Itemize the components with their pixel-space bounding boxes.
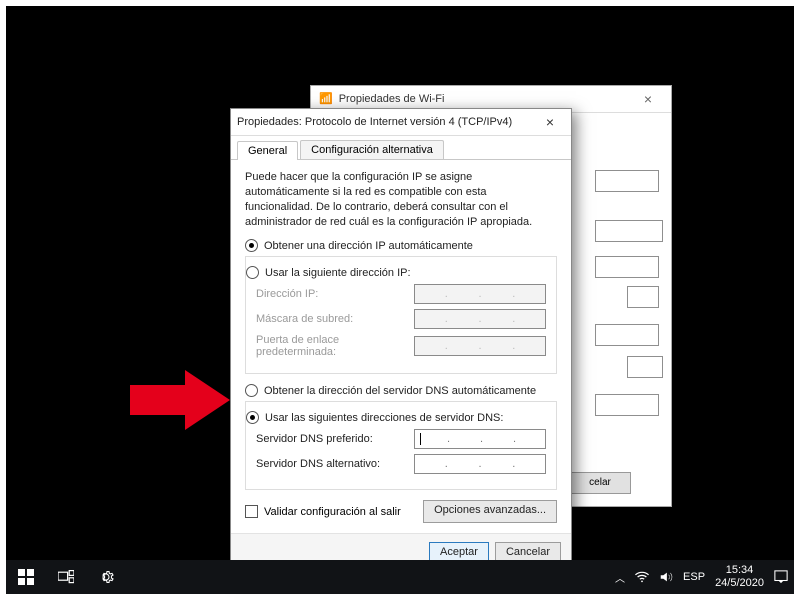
validate-label: Validar configuración al salir	[264, 506, 401, 518]
wifi-cancel-button[interactable]: celar	[569, 472, 631, 494]
tray-chevron-up-icon[interactable]: ︿	[615, 570, 625, 585]
windows-icon	[18, 569, 34, 585]
advanced-button[interactable]: Opciones avanzadas...	[423, 500, 557, 523]
radio-icon	[246, 411, 259, 424]
radio-icon	[245, 239, 258, 252]
radio-icon	[245, 384, 258, 397]
dns-alternate-input[interactable]: ...	[414, 454, 546, 474]
ipv4-properties-dialog: Propiedades: Protocolo de Internet versi…	[230, 108, 572, 576]
clock-date: 24/5/2020	[715, 577, 764, 590]
notifications-icon[interactable]	[774, 570, 788, 584]
taskbar: ︿ ESP 15:34 24/5/2020	[6, 560, 794, 594]
text-caret	[420, 433, 421, 445]
close-icon[interactable]: ×	[633, 86, 663, 112]
tab-general[interactable]: General	[237, 141, 298, 160]
radio-label: Obtener una dirección IP automáticamente	[264, 240, 473, 252]
ip-address-input: ...	[414, 284, 546, 304]
tab-strip: General Configuración alternativa	[231, 136, 571, 160]
wifi-icon[interactable]	[635, 570, 649, 584]
taskbar-clock[interactable]: 15:34 24/5/2020	[715, 564, 764, 589]
radio-dns-auto[interactable]: Obtener la dirección del servidor DNS au…	[245, 384, 557, 397]
gateway-label: Puerta de enlace predeterminada:	[256, 334, 414, 358]
language-indicator[interactable]: ESP	[683, 571, 705, 583]
dialog-title: Propiedades: Protocolo de Internet versi…	[237, 116, 512, 128]
ip-fieldset: Usar la siguiente dirección IP: Direcció…	[245, 256, 557, 374]
validate-checkbox[interactable]	[245, 505, 258, 518]
settings-taskbar-button[interactable]	[86, 560, 126, 594]
dialog-titlebar: Propiedades: Protocolo de Internet versi…	[231, 109, 571, 136]
radio-label: Obtener la dirección del servidor DNS au…	[264, 385, 536, 397]
dns-alternate-label: Servidor DNS alternativo:	[256, 458, 414, 470]
radio-ip-auto[interactable]: Obtener una dirección IP automáticamente	[245, 239, 557, 252]
dns-preferred-label: Servidor DNS preferido:	[256, 433, 414, 445]
clock-time: 15:34	[715, 564, 764, 577]
subnet-mask-label: Máscara de subred:	[256, 313, 414, 325]
radio-label: Usar la siguiente dirección IP:	[265, 267, 411, 279]
radio-label: Usar las siguientes direcciones de servi…	[265, 412, 503, 424]
volume-icon[interactable]	[659, 570, 673, 584]
dns-preferred-input[interactable]: ...	[414, 429, 546, 449]
intro-text: Puede hacer que la configuración IP se a…	[245, 170, 557, 229]
dns-fieldset: Usar las siguientes direcciones de servi…	[245, 401, 557, 490]
tab-alt-config[interactable]: Configuración alternativa	[300, 140, 444, 159]
radio-dns-manual[interactable]: Usar las siguientes direcciones de servi…	[246, 411, 546, 424]
radio-ip-manual[interactable]: Usar la siguiente dirección IP:	[246, 266, 546, 279]
gateway-input: ...	[414, 336, 546, 356]
close-icon[interactable]: ×	[535, 114, 565, 130]
subnet-mask-input: ...	[414, 309, 546, 329]
start-button[interactable]	[6, 560, 46, 594]
gear-icon	[98, 569, 114, 585]
radio-icon	[246, 266, 259, 279]
system-tray: ︿ ESP 15:34 24/5/2020	[615, 564, 794, 589]
taskview-button[interactable]	[46, 560, 86, 594]
taskview-icon	[58, 569, 74, 585]
ip-address-label: Dirección IP:	[256, 288, 414, 300]
